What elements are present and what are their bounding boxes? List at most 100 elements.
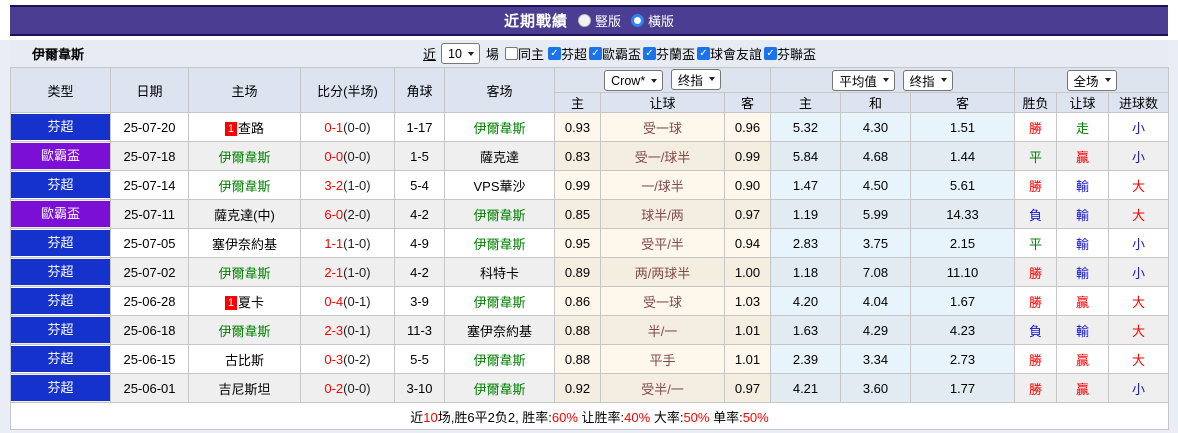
result-cell-value: 負 [1028,207,1042,223]
scope-select[interactable]: 全场 [1066,69,1117,91]
summary-stat-label: 让胜率: [577,409,625,425]
away-team-cell: 伊爾韋斯 [444,199,555,229]
asian-company-select[interactable]: Crow* [604,70,664,92]
checkbox-checked-icon[interactable] [764,47,778,60]
home-team-cell: 薩克達(中) [188,199,301,229]
asian-home-odds: 0.92 [554,373,601,403]
handicap-result-cell-value: 贏 [1075,381,1089,397]
away-team-cell: 科特卡 [444,257,555,287]
full-time-score: 2-1 [324,264,344,280]
euro-type-select[interactable]: 终指 [902,69,953,91]
half-time-score: (0-0) [343,148,371,164]
result-cell-value: 勝 [1028,178,1042,194]
asian-home-odds: 0.85 [554,199,601,229]
chevron-down-icon [651,78,658,83]
chevron-down-icon [708,77,715,82]
full-time-score: 0-4 [324,293,344,309]
asian-odds-group: Crow* 终指 [554,67,771,93]
team-label: VPS華沙 [473,178,526,194]
checkbox-checked-icon[interactable] [697,47,710,60]
half-time-score: (0-1) [343,322,371,338]
euro-home-odds: 1.18 [770,257,841,287]
layout-radio-horizontal[interactable]: 橫版 [631,11,674,30]
league-filter-label: 芬超 [560,47,587,62]
home-team-cell: 吉尼斯坦 [188,373,301,403]
home-team-cell: 1 查路 [188,112,301,142]
full-time-score: 3-2 [324,177,344,193]
asian-home-odds: 0.88 [554,344,601,374]
euro-home-odds: 5.32 [770,112,841,142]
away-team-cell: 塞伊奈約基 [444,315,555,345]
radio-selected-icon[interactable] [631,14,644,27]
league-filter-checkbox[interactable]: 歐霸盃 [588,44,641,63]
page: 近期戰績 豎版 橫版 伊爾韋斯 近 10 場 同主 ✓ 芬超 ✓ 歐霸盃 ✓ 芬… [0,0,1178,430]
euro-home-odds: 4.20 [770,286,841,316]
asian-away-odds: 1.01 [724,315,771,345]
asian-handicap: 球半/两 [600,199,725,229]
euro-draw-odds: 5.99 [840,199,911,229]
league-badge: 芬超 [11,288,110,314]
corner-cell: 4-2 [394,257,445,287]
asian-home-odds: 0.99 [554,170,601,200]
handicap-result-cell: 輸 [1056,199,1109,229]
full-time-score: 0-2 [324,380,344,396]
handicap-result-cell: 輸 [1056,257,1109,287]
goals-cell: 小 [1107,112,1170,142]
match-date: 25-07-02 [110,257,189,287]
euro-draw-odds: 3.34 [840,344,911,374]
league-badge: 芬超 [11,346,110,372]
away-team-cell: VPS華沙 [444,170,555,200]
summary-text: 近10场,胜6平2负2, 胜率:60% 让胜率:40% 大率:50% 单率:50… [9,402,1170,430]
euro-company-value: 平均值 [839,74,877,89]
radio-unselected-icon[interactable] [577,14,591,27]
asian-away-odds: 0.97 [724,199,771,229]
match-count-select[interactable]: 10 [441,43,480,64]
league-filter-checkbox[interactable]: 芬聯盃 [764,44,816,63]
result-group: 全场 [1013,67,1170,93]
team-label: 伊爾韋斯 [473,294,526,310]
checkbox-checked-icon[interactable] [547,47,561,60]
handicap-result-cell: 贏 [1056,286,1109,316]
result-cell-value: 平 [1028,149,1042,165]
result-cell-value: 勝 [1028,294,1042,310]
asian-handicap: 受平/半 [600,228,725,258]
handicap-result-cell-value: 輸 [1075,207,1089,223]
euro-away-odds: 1.51 [910,112,1015,142]
league-filter-checkbox[interactable]: 球會友誼 [697,44,762,63]
team-label: 薩克達 [479,149,519,165]
home-team-cell: 塞伊奈約基 [188,228,301,258]
asian-type-select[interactable]: 终指 [670,68,721,90]
team-label: 伊爾韋斯 [473,120,526,136]
checkbox-unchecked-icon[interactable] [504,47,518,60]
same-home-label: 同主 [517,47,544,62]
corner-cell: 5-4 [394,170,445,200]
score-cell: 0-1(0-0) [300,112,395,142]
handicap-result-cell-value: 贏 [1075,294,1089,310]
asian-home-odds: 0.88 [554,315,601,345]
half-time-score: (1-0) [343,264,371,280]
asian-away-odds: 1.03 [724,286,771,316]
league-filter-checkbox[interactable]: 芬超 [547,44,587,63]
league-badge: 芬超 [11,172,110,198]
team-label: 夏卡 [238,294,265,310]
full-time-score: 0-1 [324,119,344,135]
layout-radio-vertical[interactable]: 豎版 [577,11,621,30]
league-filter-checkbox[interactable]: 芬蘭盃 [642,44,695,63]
same-home-checkbox[interactable]: 同主 [504,44,544,63]
col-away: 客场 [444,67,555,113]
goals-cell-value: 大 [1132,352,1146,368]
match-row: 芬超 25-07-02 伊爾韋斯 2-1(1-0) 4-2 科特卡 0.89 两/两球半 1.0… [10,257,1170,287]
match-row: 芬超 25-07-14 伊爾韋斯 3-2(1-0) 5-4 VPS華沙 0.99 一/球半 0.… [10,170,1170,200]
half-time-score: (0-1) [343,293,371,309]
chevron-down-icon [940,78,947,82]
checkbox-checked-icon[interactable] [642,47,656,60]
euro-home-odds: 2.39 [770,344,841,374]
near-link[interactable]: 近 [423,44,436,63]
asian-handicap: 受一球 [600,112,725,142]
handicap-result-cell-value: 贏 [1075,149,1089,165]
match-date: 25-06-15 [110,344,189,374]
full-time-score: 6-0 [324,206,344,222]
checkbox-checked-icon[interactable] [588,47,602,60]
goals-cell: 大 [1107,199,1170,229]
euro-company-select[interactable]: 平均值 [832,69,895,91]
